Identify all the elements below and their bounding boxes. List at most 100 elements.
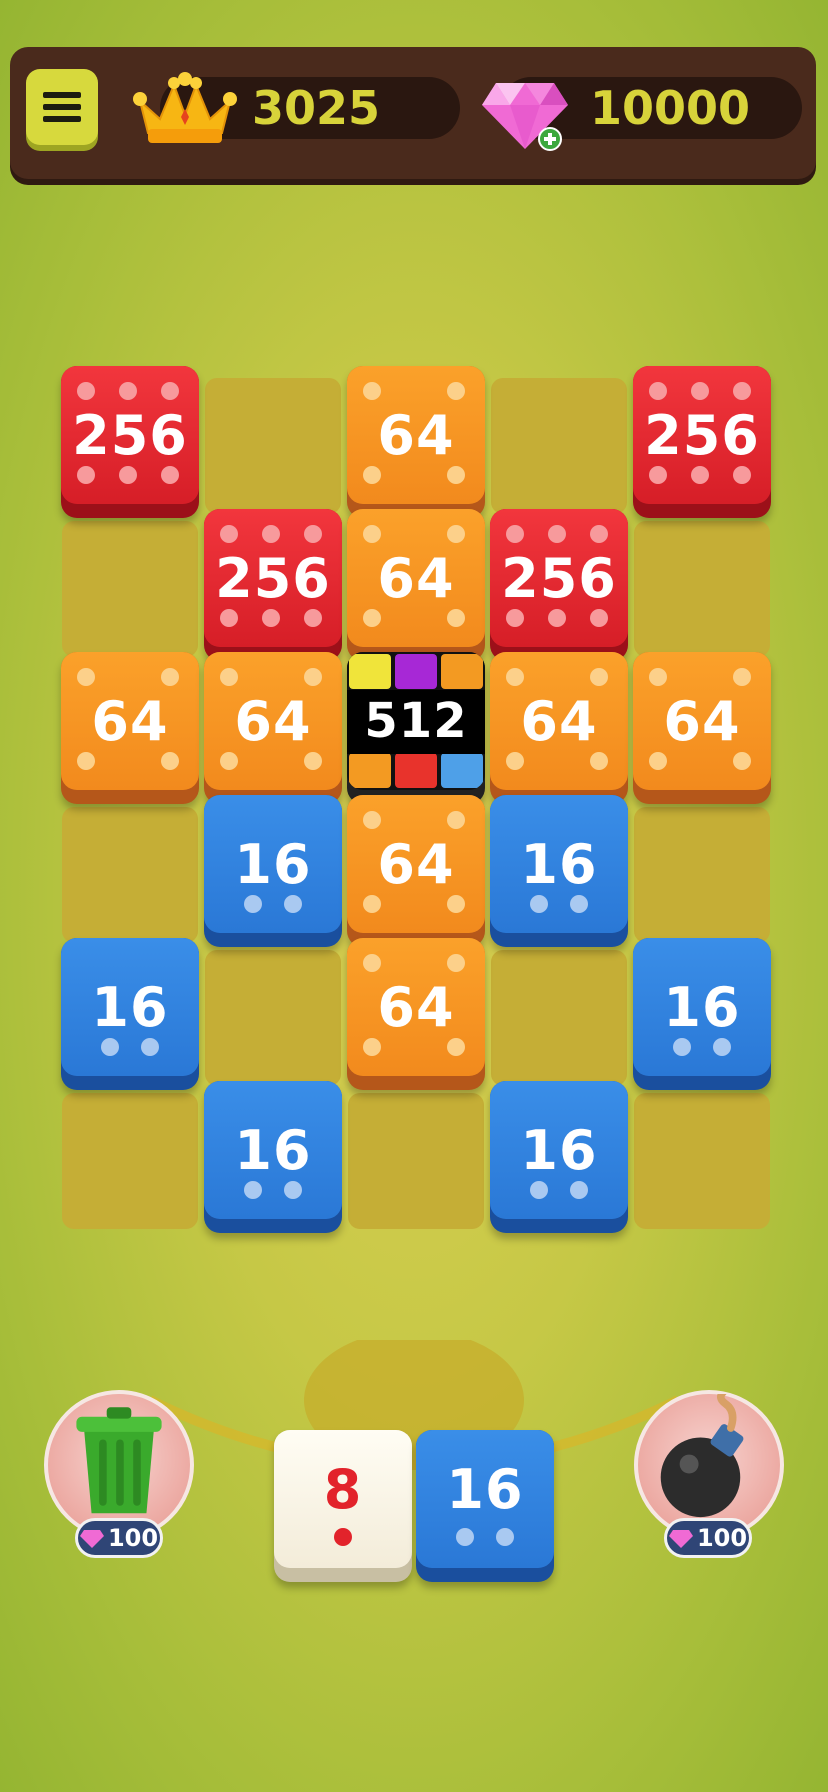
board-cell[interactable]: [634, 807, 770, 943]
tile-pip: [691, 466, 709, 484]
tray-arc: [150, 1340, 678, 1470]
tile-pip: [284, 1181, 302, 1199]
menu-icon-line: [43, 104, 81, 110]
tile-pip: [161, 668, 179, 686]
tile-blue: 16: [633, 938, 771, 1090]
tile-pip: [456, 1528, 474, 1546]
tile-pip: [77, 668, 95, 686]
bomb-icon: [660, 1394, 744, 1518]
tile-orange: 64: [204, 652, 342, 804]
tile-pip: [506, 609, 524, 627]
board-cell[interactable]: [634, 1093, 770, 1229]
tile-pip: [220, 609, 238, 627]
board-cell[interactable]: [491, 950, 627, 1086]
trash-cost: 100: [107, 1524, 159, 1552]
tile-red: 256: [490, 509, 628, 661]
tile-pip: [77, 752, 95, 770]
bomb-cost: 100: [696, 1524, 748, 1552]
tile-pip: [649, 752, 667, 770]
trash-cost-badge: 100: [75, 1518, 163, 1558]
tile-orange: 64: [61, 652, 199, 804]
tile-pip: [733, 752, 751, 770]
tile-pip: [304, 752, 322, 770]
tile-pip: [506, 668, 524, 686]
tile-pip: [733, 668, 751, 686]
crown-icon: [133, 72, 237, 143]
tile-pip: [119, 466, 137, 484]
tile-orange: 64: [347, 795, 485, 947]
tile-pip: [713, 1038, 731, 1056]
tile-pip: [363, 609, 381, 627]
tile-pip: [363, 525, 381, 543]
board-cell[interactable]: [62, 807, 198, 943]
tile-blue: 16: [204, 795, 342, 947]
tile-orange: 64: [490, 652, 628, 804]
tile-pip: [141, 1038, 159, 1056]
menu-icon-line: [43, 92, 81, 98]
tile-pip: [649, 382, 667, 400]
tile-pip: [262, 525, 280, 543]
tile-pip: [691, 382, 709, 400]
tile-pip: [733, 382, 751, 400]
tile-pip: [304, 668, 322, 686]
top-bar: 3025 10000: [10, 47, 816, 179]
tile-pip: [119, 382, 137, 400]
tile-value: 16: [663, 975, 741, 1039]
tile-pip: [590, 752, 608, 770]
gem-add-icon[interactable]: [480, 69, 570, 153]
tile-pip: [530, 895, 548, 913]
tile-pip: [733, 466, 751, 484]
tile-value: 16: [234, 1118, 312, 1182]
tile-red: 256: [204, 509, 342, 661]
board-cell[interactable]: [62, 1093, 198, 1229]
tile-pip: [334, 1528, 352, 1546]
tile-pip: [101, 1038, 119, 1056]
board-cell[interactable]: [205, 378, 341, 514]
trash-can-icon: [76, 1407, 162, 1514]
tile-value: 16: [520, 1118, 598, 1182]
board-cell[interactable]: [62, 521, 198, 657]
tile-pip: [244, 1181, 262, 1199]
tile-pip: [447, 954, 465, 972]
tile-orange: 64: [347, 938, 485, 1090]
bomb-cost-badge: 100: [664, 1518, 752, 1558]
tile-pip: [649, 466, 667, 484]
board-cell[interactable]: [634, 521, 770, 657]
game-board: 256 64 256 256 64 256 64 64 512 64 64 16 64 16 16 64 16 1…: [61, 366, 771, 1240]
tile-pip: [649, 668, 667, 686]
tile-pip: [363, 895, 381, 913]
tile-pip: [220, 668, 238, 686]
tile-pip: [447, 609, 465, 627]
tile-pip: [161, 466, 179, 484]
menu-button[interactable]: [26, 69, 98, 145]
board-cell[interactable]: [491, 378, 627, 514]
board-cell[interactable]: [205, 950, 341, 1086]
gem-icon: [79, 1530, 104, 1548]
tile-pip: [590, 668, 608, 686]
tile-pip: [244, 895, 262, 913]
next-tile-value: 16: [446, 1457, 524, 1521]
tile-pip: [220, 752, 238, 770]
tile-value: 16: [91, 975, 169, 1039]
tile-blue: 16: [490, 1081, 628, 1233]
tile-pip: [506, 525, 524, 543]
tile-pip: [548, 609, 566, 627]
tile-blue: 16: [204, 1081, 342, 1233]
board-cell[interactable]: [348, 1093, 484, 1229]
tile-pip: [363, 811, 381, 829]
tile-pip: [590, 609, 608, 627]
tile-orange: 64: [633, 652, 771, 804]
tile-pip: [284, 895, 302, 913]
gem-count: 10000: [590, 81, 751, 135]
next-tile: 16: [416, 1430, 554, 1582]
current-tile[interactable]: 8: [274, 1430, 412, 1582]
tile-value: 16: [234, 832, 312, 896]
tile-pip: [363, 382, 381, 400]
tile-pip: [363, 954, 381, 972]
tile-pip: [77, 382, 95, 400]
tile-pip: [447, 1038, 465, 1056]
tile-value: 16: [520, 832, 598, 896]
tile-pip: [548, 525, 566, 543]
tile-pip: [262, 609, 280, 627]
tile-pip: [447, 895, 465, 913]
